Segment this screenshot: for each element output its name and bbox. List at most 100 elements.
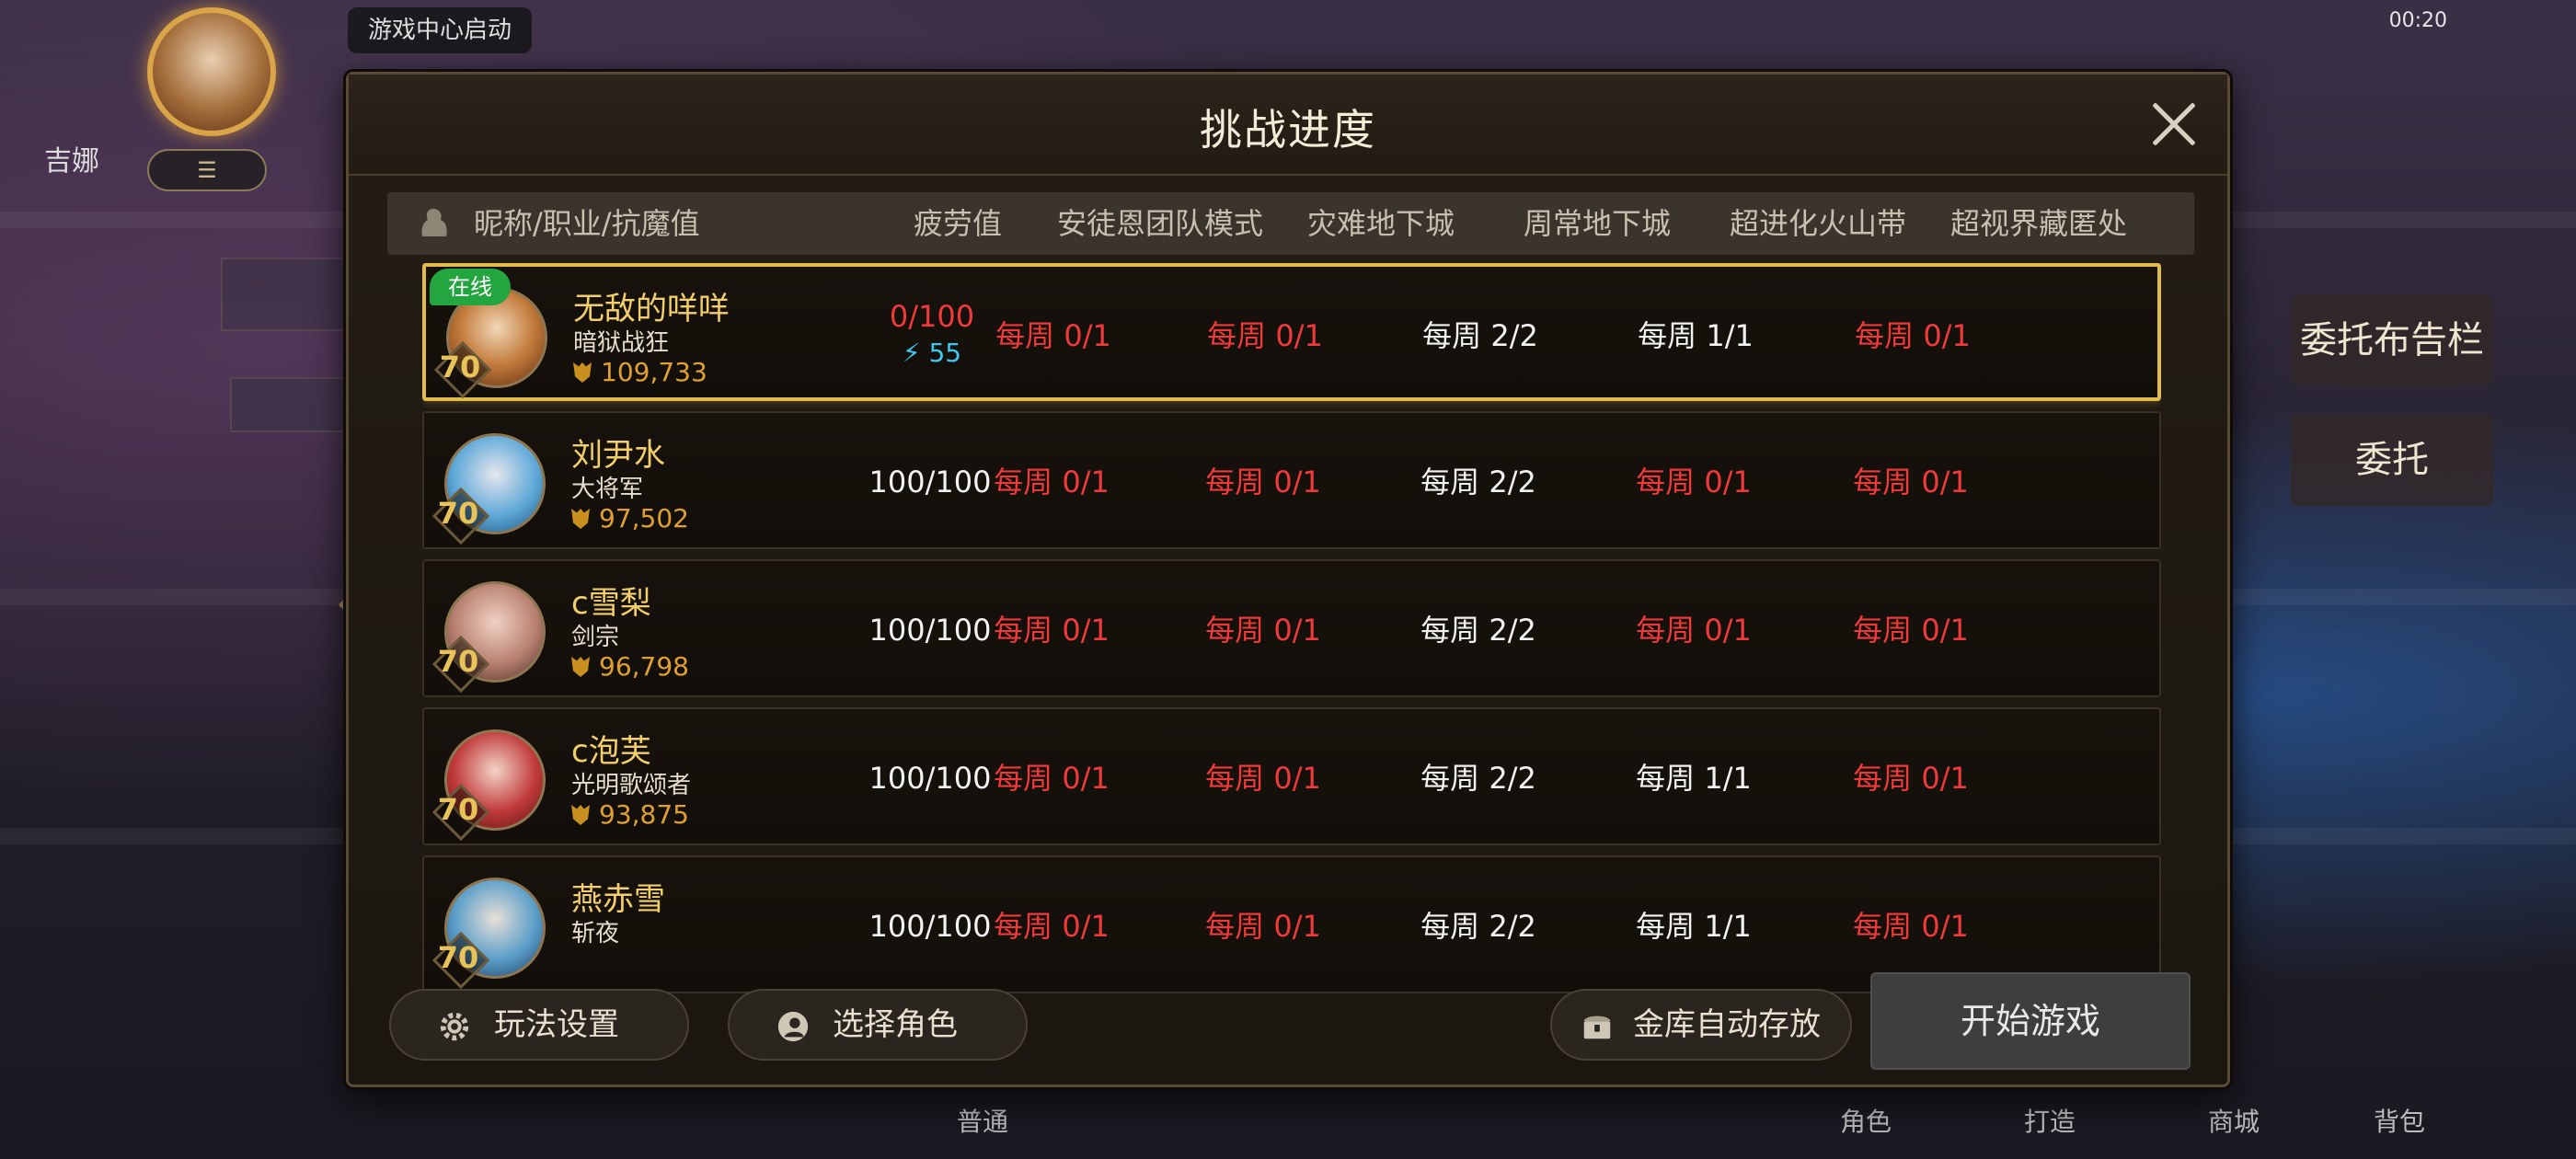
col-header-hideout: 超视界藏匿处 [1949,206,2127,241]
table-row[interactable]: 70 刘尹水 大将军 97,502 100/100 每周 0/1 每周 0/1 每周 2/2 每… [422,411,2161,549]
bottom-nav-bag[interactable]: 背包 [2374,1102,2425,1139]
col-header-anton: 安徒恩团队模式 [1056,206,1263,241]
bg-sign [230,377,350,432]
progress-cell: 每周 1/1 [1638,318,1754,353]
bottom-nav-shop[interactable]: 商城 [2208,1102,2260,1139]
level-value: 70 [439,350,481,384]
treasure-chest-icon [1583,1016,1611,1039]
progress-cell: 每周 0/1 [995,318,1111,353]
side-commission-label[interactable]: 委托 [2291,414,2493,506]
table-row[interactable]: 70 在线 无敌的咩咩 暗狱战狂 109,733 0/100 ⚡ 55 每周 0/1 每周 0/… [422,263,2161,401]
anti-magic-value: 96,798 [571,651,689,682]
character-class: 光明歌颂者 [571,772,692,799]
progress-cell: 每周 2/2 [1420,909,1536,944]
anti-magic-number: 109,733 [601,357,707,387]
challenge-progress-dialog: 挑战进度 昵称/职业/抗魔值 疲劳值 安徒恩团队模式 灾难地下城 周常地下城 超… [346,72,2230,1087]
level-badge: 70 [433,488,483,538]
crest-icon [571,805,590,825]
progress-cell: 每周 0/1 [1853,761,1969,796]
auto-store-button[interactable]: 金库自动存放 [1550,989,1852,1061]
start-game-button[interactable]: 开始游戏 [1870,972,2191,1070]
play-settings-label: 玩法设置 [494,1006,619,1043]
bottom-nav-role[interactable]: 角色 [1840,1102,1892,1139]
crest-icon [571,509,590,529]
col-header-disaster: 灾难地下城 [1306,206,1455,241]
progress-cell: 每周 0/1 [994,613,1110,648]
anti-magic-number: 97,502 [599,503,689,534]
select-role-button[interactable]: 选择角色 [728,989,1028,1061]
character-class: 大将军 [571,476,644,503]
progress-cell: 每周 2/2 [1422,318,1538,353]
anti-magic-value: 93,875 [571,799,689,830]
table-row[interactable]: 70 c泡芙 光明歌颂者 93,875 100/100 每周 0/1 每周 0/1 每周 2/… [422,707,2161,845]
level-value: 70 [437,940,479,975]
lightning-icon: ⚡ [902,338,929,368]
character-name: c雪梨 [571,585,651,622]
level-value: 70 [437,792,479,827]
progress-cell: 每周 0/1 [1205,761,1321,796]
auto-store-label: 金库自动存放 [1633,1006,1821,1043]
character-class: 暗狱战狂 [573,329,670,357]
progress-cell: 每周 2/2 [1420,761,1536,796]
character-silhouette-icon [421,209,447,236]
character-select-icon [777,1011,809,1042]
play-settings-button[interactable]: 玩法设置 [389,989,689,1061]
character-class: 剑宗 [571,624,620,651]
player-name: 吉娜 [44,145,99,178]
progress-cell: 每周 0/1 [1636,613,1752,648]
progress-cell: 每周 2/2 [1420,613,1536,648]
anti-magic-number: 96,798 [599,651,689,682]
character-name: 无敌的咩咩 [573,291,730,327]
level-badge: 70 [433,933,483,982]
progress-cell: 每周 0/1 [1205,909,1321,944]
progress-cell: 每周 0/1 [1853,465,1969,499]
col-header-fatigue: 疲劳值 [913,206,1002,241]
close-icon[interactable] [2148,98,2200,150]
table-header: 昵称/职业/抗魔值 疲劳值 安徒恩团队模式 灾难地下城 周常地下城 超进化火山带… [387,192,2194,255]
player-avatar[interactable] [147,7,276,136]
gear-icon [440,1012,469,1041]
character-class: 斩夜 [571,920,620,947]
side-board-label[interactable]: 委托布告栏 [2291,294,2493,386]
level-value: 70 [437,496,479,531]
progress-cell: 每周 0/1 [1205,465,1321,499]
anti-magic-value: 97,502 [571,503,689,534]
crest-icon [571,657,590,677]
level-value: 70 [437,644,479,679]
progress-cell: 每周 0/1 [1636,465,1752,499]
character-list[interactable]: 70 在线 无敌的咩咩 暗狱战狂 109,733 0/100 ⚡ 55 每周 0/1 每周 0/… [422,263,2161,1027]
progress-cell: 每周 0/1 [1207,318,1323,353]
progress-cell: 每周 0/1 [1853,613,1969,648]
progress-cell: 每周 0/1 [1855,318,1971,353]
character-name: 刘尹水 [571,437,665,474]
col-header-volcano: 超进化火山带 [1729,206,1906,241]
col-header-weekly: 周常地下城 [1523,206,1671,241]
progress-cell: 每周 1/1 [1636,761,1752,796]
progress-cell: 每周 2/2 [1420,465,1536,499]
anti-magic-value: 109,733 [573,357,707,387]
status-time: 00:20 [2388,9,2447,32]
bottom-nav-normal[interactable]: 普通 [957,1102,1008,1139]
level-badge: 70 [435,342,485,392]
dialog-title: 挑战进度 [1200,105,1376,155]
select-role-label: 选择角色 [833,1006,958,1043]
anti-magic-number: 93,875 [599,799,689,830]
col-header-character: 昵称/职业/抗魔值 [474,206,700,241]
progress-cell: 每周 0/1 [994,465,1110,499]
character-name: 燕赤雪 [571,881,665,918]
level-badge: 70 [433,637,483,686]
game-center-tag[interactable]: 游戏中心启动 [348,7,533,53]
progress-cell: 每周 0/1 [994,761,1110,796]
status-bar: 00:20 [2389,9,2447,32]
bottom-nav-craft[interactable]: 打造 [2024,1102,2076,1139]
bonus-fatigue-value: 55 [928,338,962,368]
table-row[interactable]: 70 c雪梨 剑宗 96,798 100/100 每周 0/1 每周 0/1 每周 2/2 每周… [422,559,2161,697]
dialog-header: 挑战进度 [349,75,2227,176]
progress-cell: 每周 0/1 [1205,613,1321,648]
player-status-pill[interactable]: ☰ [147,149,267,191]
character-name: c泡芙 [571,733,651,770]
level-badge: 70 [433,785,483,834]
online-status-badge: 在线 [430,269,511,305]
progress-cell: 每周 1/1 [1636,909,1752,944]
bg-sign [221,258,350,331]
